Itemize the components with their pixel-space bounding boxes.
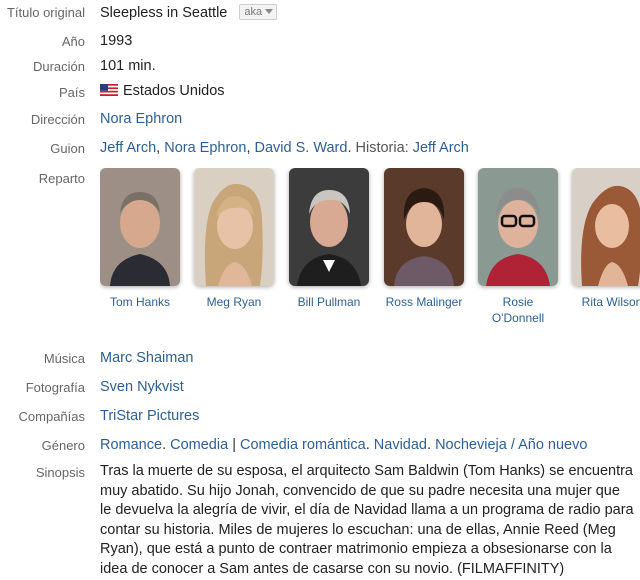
actor-name[interactable]: Rita Wilson bbox=[569, 294, 640, 310]
topic-link[interactable]: Nochevieja / Año nuevo bbox=[435, 437, 587, 453]
actor-photo[interactable] bbox=[100, 168, 180, 286]
label-synopsis: Sinopsis bbox=[35, 465, 85, 480]
label-companies: Compañías bbox=[18, 409, 85, 424]
label-director: Dirección bbox=[30, 112, 85, 127]
cast-card[interactable]: Rosie O'Donnell bbox=[475, 168, 561, 326]
actor-photo[interactable] bbox=[384, 168, 464, 286]
cast-card[interactable]: Tom Hanks bbox=[100, 168, 183, 310]
us-flag-icon bbox=[100, 84, 118, 96]
cast-card[interactable]: Meg Ryan bbox=[191, 168, 277, 310]
aka-dropdown[interactable]: aka bbox=[239, 4, 278, 20]
actor-photo[interactable] bbox=[194, 168, 274, 286]
actor-name[interactable]: Ross Malinger bbox=[381, 294, 467, 310]
label-cast: Reparto bbox=[38, 171, 85, 186]
actor-photo[interactable] bbox=[478, 168, 558, 286]
actor-photo[interactable] bbox=[289, 168, 369, 286]
story-writer-link[interactable]: Jeff Arch bbox=[413, 140, 469, 156]
label-script: Guion bbox=[50, 141, 85, 156]
writer-link[interactable]: David S. Ward bbox=[255, 140, 348, 156]
actor-name[interactable]: Meg Ryan bbox=[191, 294, 277, 310]
cast-card[interactable]: Bill Pullman bbox=[286, 168, 372, 310]
actor-photo[interactable] bbox=[572, 168, 640, 286]
label-original-title: Título original bbox=[6, 5, 85, 20]
genre-link[interactable]: Comedia bbox=[170, 437, 228, 453]
cast-strip: Tom Hanks Meg Ryan Bill Pullman Ross Mal… bbox=[100, 168, 640, 328]
label-duration: Duración bbox=[32, 59, 85, 74]
composer-link[interactable]: Marc Shaiman bbox=[100, 350, 193, 366]
topic-link[interactable]: Navidad bbox=[374, 437, 427, 453]
year-value: 1993 bbox=[100, 33, 133, 49]
actor-name[interactable]: Tom Hanks bbox=[100, 294, 183, 310]
label-music: Música bbox=[43, 351, 85, 366]
actor-name[interactable]: Bill Pullman bbox=[286, 294, 372, 310]
cast-card[interactable]: Rita Wilson bbox=[569, 168, 640, 310]
country-value: Estados Unidos bbox=[123, 83, 225, 99]
chevron-down-icon bbox=[265, 9, 274, 14]
label-country: País bbox=[58, 85, 85, 100]
genre-link[interactable]: Romance bbox=[100, 437, 162, 453]
director-link[interactable]: Nora Ephron bbox=[100, 111, 182, 127]
story-label: Historia: bbox=[355, 140, 409, 156]
label-photography: Fotografía bbox=[25, 380, 85, 395]
topic-link[interactable]: Comedia romántica bbox=[240, 437, 366, 453]
label-genre: Género bbox=[41, 438, 85, 453]
actor-name[interactable]: Rosie O'Donnell bbox=[475, 294, 561, 326]
writer-link[interactable]: Jeff Arch bbox=[100, 140, 156, 156]
label-year: Año bbox=[61, 34, 85, 49]
writer-link[interactable]: Nora Ephron bbox=[164, 140, 246, 156]
original-title: Sleepless in Seattle bbox=[100, 5, 228, 21]
duration-value: 101 min. bbox=[100, 58, 156, 74]
cinematographer-link[interactable]: Sven Nykvist bbox=[100, 379, 184, 395]
synopsis-text: Tras la muerte de su esposa, el arquitec… bbox=[100, 463, 634, 577]
company-link[interactable]: TriStar Pictures bbox=[100, 408, 199, 424]
cast-card[interactable]: Ross Malinger bbox=[381, 168, 467, 310]
